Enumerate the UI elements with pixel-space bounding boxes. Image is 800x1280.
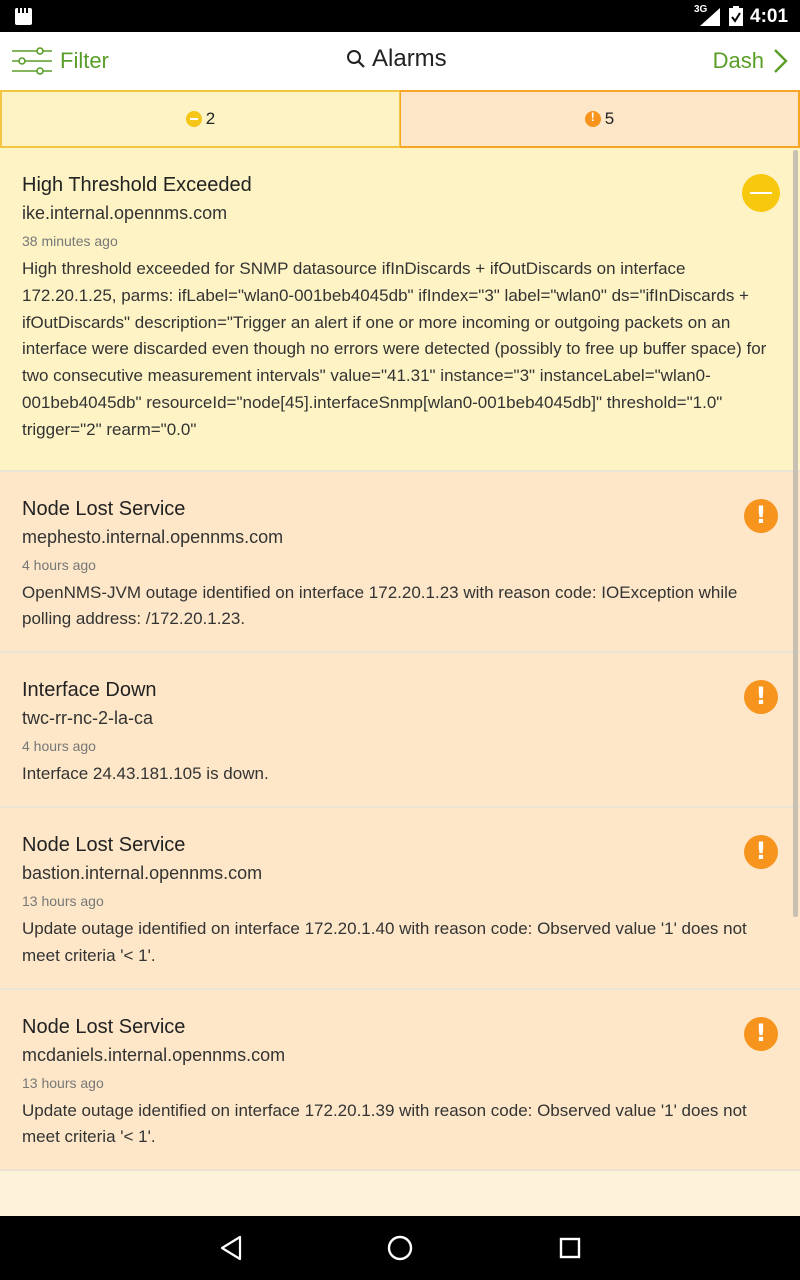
home-circle-icon — [387, 1235, 413, 1261]
alarm-description: Update outage identified on interface 17… — [22, 918, 747, 965]
alarm-description: Update outage identified on interface 17… — [22, 1100, 747, 1147]
alarm-host: bastion.internal.opennms.com — [22, 862, 263, 883]
major-severity-icon — [744, 680, 778, 715]
alarm-title: Node Lost Service — [22, 833, 186, 856]
major-severity-icon — [744, 834, 778, 869]
search-title[interactable]: Alarms — [346, 45, 447, 73]
battery-icon — [729, 6, 743, 26]
alarm-item[interactable]: Interface Down twc-rr-nc-2-la-ca 4 hours… — [0, 653, 800, 808]
search-icon — [347, 50, 365, 68]
major-count: 5 — [604, 109, 615, 128]
alarm-title: Node Lost Service — [22, 497, 186, 520]
recents-button[interactable] — [554, 1232, 586, 1264]
page-title: Alarms — [372, 45, 447, 72]
back-triangle-icon — [220, 1235, 242, 1261]
alarm-description: OpenNMS-JVM outage identified on interfa… — [22, 582, 738, 629]
alarm-time: 38 minutes ago — [22, 233, 118, 249]
alarm-host: mcdaniels.internal.opennms.com — [22, 1044, 286, 1065]
recents-square-icon — [559, 1237, 581, 1259]
tab-minor[interactable]: 2 — [0, 90, 400, 148]
home-button[interactable] — [384, 1232, 416, 1264]
alarm-title: Node Lost Service — [22, 1015, 186, 1038]
scrollbar[interactable] — [793, 150, 798, 917]
status-bar: 3G 4:01 — [0, 0, 800, 32]
major-severity-icon — [744, 1016, 778, 1051]
alarm-list[interactable]: High Threshold Exceeded ike.internal.ope… — [0, 148, 800, 1216]
filter-label: Filter — [60, 48, 109, 73]
severity-tabs: 2 5 — [0, 90, 800, 148]
alarm-title: Interface Down — [22, 679, 157, 702]
back-button[interactable] — [215, 1232, 247, 1264]
alarm-time: 13 hours ago — [22, 892, 104, 909]
clock: 4:01 — [750, 6, 789, 27]
alarm-description: High threshold exceeded for SNMP datasou… — [22, 259, 767, 439]
alarm-item[interactable]: Node Lost Service mcdaniels.internal.ope… — [0, 989, 800, 1172]
alarm-time: 13 hours ago — [22, 1074, 104, 1091]
dash-label: Dash — [712, 48, 764, 73]
alarm-item[interactable]: Node Lost Service mephesto.internal.open… — [0, 471, 800, 654]
filter-sliders-icon — [12, 47, 52, 75]
chevron-right-icon — [774, 49, 788, 73]
alarm-item[interactable]: Node Lost Service bastion.internal.openn… — [0, 807, 800, 990]
alarm-time: 4 hours ago — [22, 738, 96, 755]
signal-icon — [700, 8, 720, 26]
alarm-title: High Threshold Exceeded — [22, 174, 252, 196]
sd-card-icon — [15, 8, 32, 25]
app-header: Filter Alarms Dash — [0, 32, 800, 90]
alarm-description: Interface 24.43.181.105 is down. — [22, 764, 269, 784]
alarm-host: twc-rr-nc-2-la-ca — [22, 708, 154, 729]
tab-major[interactable]: 5 — [400, 90, 800, 148]
filter-button[interactable]: Filter — [12, 44, 109, 78]
minor-severity-icon — [742, 174, 780, 212]
minor-severity-icon — [185, 111, 202, 127]
alarm-time: 4 hours ago — [22, 556, 96, 573]
alarm-host: ike.internal.opennms.com — [22, 203, 228, 223]
minor-count: 2 — [205, 109, 216, 128]
alarm-item[interactable]: High Threshold Exceeded ike.internal.ope… — [0, 148, 800, 472]
dash-button[interactable]: Dash — [713, 44, 788, 78]
alarm-host: mephesto.internal.opennms.com — [22, 526, 284, 547]
major-severity-icon — [744, 498, 778, 533]
navigation-bar — [0, 1216, 800, 1280]
major-severity-icon — [584, 110, 601, 127]
